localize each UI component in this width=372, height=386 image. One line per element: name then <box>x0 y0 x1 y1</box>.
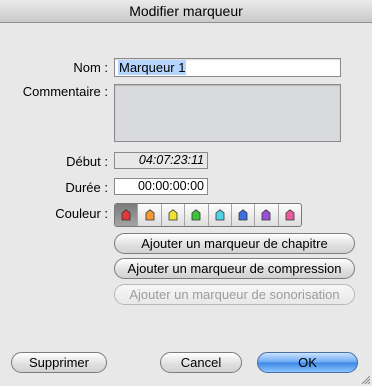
start-label: Début : <box>66 154 108 169</box>
marker-orange-icon <box>145 209 154 221</box>
color-label: Couleur : <box>55 206 108 221</box>
comment-field[interactable] <box>114 84 341 142</box>
color-swatch-cyan[interactable] <box>209 204 232 226</box>
modifier-marqueur-dialog: Modifier marqueur Nom : Marqueur 1 Comme… <box>0 0 372 386</box>
marker-green-icon <box>191 209 201 221</box>
marker-cyan-icon <box>215 209 225 221</box>
name-field[interactable]: Marqueur 1 <box>114 58 341 77</box>
color-segmented-control <box>114 203 302 227</box>
duration-label: Durée : <box>65 180 108 195</box>
color-swatch-yellow[interactable] <box>162 204 186 226</box>
resize-grip-icon[interactable] <box>360 374 370 384</box>
add-compression-marker-button[interactable]: Ajouter un marqueur de compression <box>114 258 355 279</box>
window-title: Modifier marqueur <box>0 0 372 23</box>
duration-field[interactable]: 00:00:00:00 <box>114 178 208 195</box>
color-swatch-purple[interactable] <box>255 204 279 226</box>
color-swatch-red[interactable] <box>115 204 139 226</box>
delete-button[interactable]: Supprimer <box>11 352 107 373</box>
color-swatch-green[interactable] <box>185 204 209 226</box>
name-value: Marqueur 1 <box>118 60 187 75</box>
add-scoring-marker-button: Ajouter un marqueur de sonorisation <box>114 284 355 305</box>
marker-blue-icon <box>238 209 248 221</box>
add-chapter-marker-button[interactable]: Ajouter un marqueur de chapitre <box>114 233 355 254</box>
ok-button[interactable]: OK <box>257 352 358 373</box>
color-swatch-pink[interactable] <box>279 204 301 226</box>
comment-label: Commentaire : <box>22 84 108 99</box>
name-label: Nom : <box>73 60 108 75</box>
marker-red-icon <box>121 209 131 221</box>
color-swatch-blue[interactable] <box>232 204 256 226</box>
start-timecode: 04:07:23:11 <box>114 152 208 169</box>
marker-purple-icon <box>262 209 271 221</box>
marker-pink-icon <box>285 209 295 221</box>
color-swatch-orange[interactable] <box>138 204 162 226</box>
marker-yellow-icon <box>168 209 178 221</box>
cancel-button[interactable]: Cancel <box>160 352 242 373</box>
